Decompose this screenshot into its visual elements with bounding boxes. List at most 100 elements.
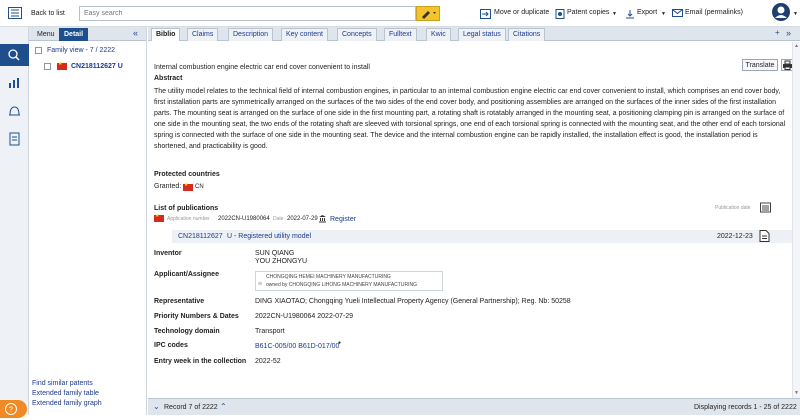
pen-icon [422,11,436,19]
search-input[interactable] [79,6,416,21]
add-tab-icon[interactable]: + [775,28,780,37]
help-button[interactable]: ? [0,400,27,418]
content-scrollbar[interactable]: ▲ ▼ [792,42,800,398]
tab-fulltext[interactable]: Fulltext [384,28,417,41]
entry-week-label: Entry week in the collection [154,358,247,365]
alerts-nav-button[interactable] [0,100,29,122]
analytics-nav-button[interactable] [0,72,29,94]
tab-biblio[interactable]: Biblio [151,28,181,41]
ipc-codes-link[interactable]: B61C-005/00 B61D-017/00 [255,343,339,350]
tab-kwic[interactable]: Kwic [426,28,451,41]
back-to-list-icon[interactable] [8,7,22,19]
record-footer: ⌄ Record 7 of 2222 ⌃ Displaying records … [148,398,800,415]
search-nav-button[interactable] [0,44,29,66]
help-icon: ? [5,403,17,415]
export-icon [625,9,635,21]
family-item-checkbox[interactable] [44,63,51,70]
tab-claims[interactable]: Claims [187,28,219,41]
document-icon [9,132,20,146]
displaying-records: Displaying records 1 - 25 of 2222 [694,404,797,411]
ipc-marker: ● [338,340,342,346]
documents-nav-button[interactable] [0,128,29,150]
abstract-text: The utility model relates to the technic… [154,88,786,150]
date-label: Date [273,216,284,222]
move-or-duplicate-button[interactable]: Move or duplicate [494,9,549,16]
svg-text:?: ? [9,407,13,414]
extended-family-graph-link[interactable]: Extended family graph [32,399,102,409]
technology-domain-label: Technology domain [154,328,220,335]
email-permalinks-button[interactable]: Email (permalinks) [685,9,743,16]
china-flag-icon [57,61,67,70]
granted-country: CN [195,184,204,190]
left-panel-tabs: Menu Detail « [29,27,146,41]
patent-copies-icon [555,9,565,21]
export-button[interactable]: Export [637,9,657,16]
left-nav-rail: ? [0,27,29,418]
chevron-down-icon[interactable]: ▼ [612,11,617,17]
scroll-up-icon[interactable]: ▲ [794,43,799,49]
next-record-chevron-icon[interactable]: ⌃ [220,402,227,411]
applicant-box: CHONGQING HEMEI MACHINERY MANUFACTURING … [255,271,443,291]
family-select-all-checkbox[interactable] [35,47,42,54]
patent-title: Internal combustion engine electric car … [154,64,370,71]
find-similar-patents-link[interactable]: Find similar patents [32,379,102,389]
tab-concepts[interactable]: Concepts [337,28,377,41]
previous-record-chevron-icon[interactable]: ⌄ [153,402,160,411]
priority-value: 2022CN-U1980064 2022-07-29 [255,313,354,320]
back-to-list-link[interactable]: Back to list [31,10,65,17]
china-flag-icon [183,182,193,191]
abstract-heading: Abstract [154,75,183,82]
biblio-content: Translate Internal combustion engine ele… [148,42,800,398]
inventor-name: YOU ZHONGYU [255,258,308,265]
chevron-down-icon[interactable]: ▼ [661,11,666,17]
technology-domain-value: Transport [255,328,285,335]
bell-icon [9,106,20,116]
inventor-label: Inventor [154,250,182,257]
owner-icon: ⊖ [258,281,263,287]
publication-kind: U - Registered utility model [227,233,312,240]
granted-label: Granted: [154,183,182,190]
application-date: 2022-07-29 [287,216,318,222]
move-icon [480,9,491,21]
publication-date-label: Publication date [715,205,751,211]
extended-family-table-link[interactable]: Extended family table [32,389,102,399]
main-panel: Biblio Claims Description Key content Co… [148,27,800,415]
priority-label: Priority Numbers & Dates [154,313,239,320]
publication-row[interactable]: CN218112627 U - Registered utility model… [172,230,792,243]
application-number: 2022CN-U1980064 [218,216,270,222]
family-view-label[interactable]: Family view - 7 / 2222 [47,47,115,54]
publication-number-link[interactable]: CN218112627 [178,233,223,240]
family-item-row[interactable]: CN218112627 U [29,61,146,73]
tab-detail[interactable]: Detail [59,28,89,41]
entry-week-value: 2022-52 [255,358,281,365]
tab-menu[interactable]: Menu [32,28,60,41]
sort-by-date-icon[interactable] [760,202,771,215]
publications-heading: List of publications [154,205,219,212]
applicant-label: Applicant/Assignee [154,271,219,278]
pdf-icon[interactable] [759,230,770,244]
tab-legal-status[interactable]: Legal status [458,28,506,41]
user-icon [775,6,787,18]
protected-countries-heading: Protected countries [154,171,220,178]
tab-citations[interactable]: Citations [508,28,546,41]
scroll-down-icon[interactable]: ▼ [794,390,799,396]
translate-button[interactable]: Translate [742,59,778,71]
top-toolbar: Back to list Move or duplicate Patent co… [0,0,800,27]
search-icon [8,49,20,61]
email-icon [672,9,683,19]
more-tabs-icon[interactable]: » [786,28,791,38]
detail-tabs: Biblio Claims Description Key content Co… [148,27,800,41]
tab-key-content[interactable]: Key content [281,28,328,41]
applicant-name[interactable]: CHONGQING HEMEI MACHINERY MANUFACTURING [266,274,391,280]
user-menu-chevron-icon[interactable]: ▼ [793,11,798,17]
user-avatar[interactable] [772,3,790,21]
patent-copies-button[interactable]: Patent copies [567,9,609,16]
ipc-label: IPC codes [154,342,188,349]
register-link[interactable]: Register [330,216,356,223]
tab-description[interactable]: Description [228,28,274,41]
family-links: Find similar patents Extended family tab… [32,379,102,409]
collapse-panel-icon[interactable]: « [133,28,138,38]
family-item-link[interactable]: CN218112627 U [71,63,123,70]
search-button[interactable] [416,6,440,21]
family-view-row: Family view - 7 / 2222 [29,45,146,57]
